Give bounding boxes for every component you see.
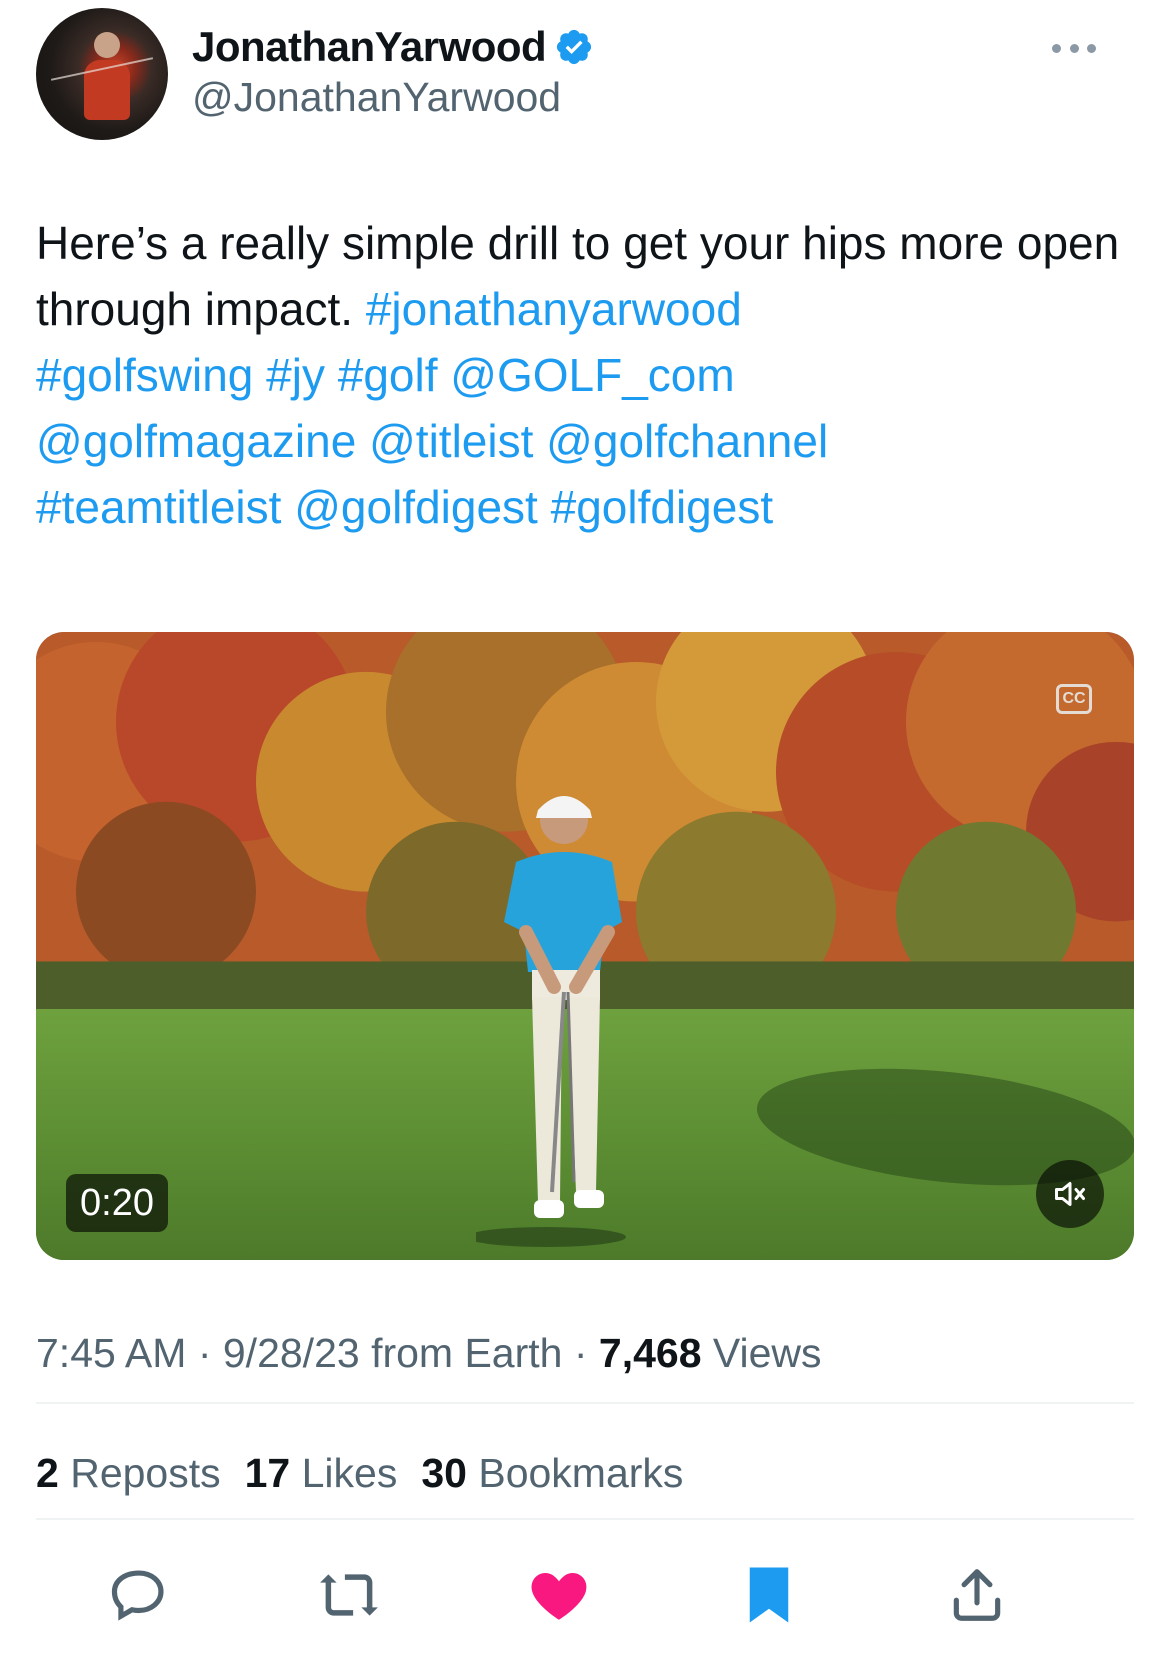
tweet-time[interactable]: 7:45 AM bbox=[36, 1330, 186, 1376]
likes-stat[interactable]: 17 Likes bbox=[245, 1450, 398, 1496]
video-player[interactable]: CC 0:20 bbox=[36, 632, 1134, 1260]
heart-icon[interactable] bbox=[514, 1550, 604, 1640]
share-icon[interactable] bbox=[932, 1550, 1022, 1640]
hashtag-link[interactable]: #jonathanyarwood bbox=[366, 283, 742, 335]
avatar[interactable] bbox=[36, 8, 168, 140]
reply-icon[interactable] bbox=[94, 1550, 184, 1640]
name-row: JonathanYarwood bbox=[192, 22, 594, 72]
tweet-text: Here’s a really simple drill to get your… bbox=[36, 210, 1136, 540]
golfer-figure bbox=[476, 796, 626, 1247]
bookmarks-stat[interactable]: 30 Bookmarks bbox=[421, 1450, 683, 1496]
muted-speaker-icon[interactable] bbox=[1036, 1160, 1104, 1228]
repost-icon[interactable] bbox=[304, 1550, 394, 1640]
handle[interactable]: @JonathanYarwood bbox=[192, 74, 561, 121]
bookmarks-label: Bookmarks bbox=[466, 1450, 684, 1496]
divider bbox=[36, 1518, 1134, 1520]
reposts-count: 2 bbox=[36, 1450, 59, 1496]
tweet-source: from Earth bbox=[359, 1330, 563, 1376]
closed-captions-icon[interactable]: CC bbox=[1056, 684, 1092, 714]
hashtag-link[interactable]: #teamtitleist bbox=[36, 481, 281, 533]
mention-link[interactable]: @titleist bbox=[369, 415, 533, 467]
mention-link[interactable]: @golfmagazine bbox=[36, 415, 356, 467]
more-options-icon[interactable] bbox=[1052, 38, 1096, 58]
views-label: Views bbox=[701, 1330, 822, 1376]
hashtag-link[interactable]: #golf bbox=[338, 349, 438, 401]
reposts-label: Reposts bbox=[58, 1450, 221, 1496]
action-bar bbox=[36, 1550, 1134, 1640]
video-duration: 0:20 bbox=[66, 1174, 168, 1232]
hashtag-link[interactable]: #golfswing bbox=[36, 349, 253, 401]
tweet-header: JonathanYarwood @JonathanYarwood bbox=[36, 8, 1136, 143]
divider bbox=[36, 1402, 1134, 1404]
reposts-stat[interactable]: 2 Reposts bbox=[36, 1450, 221, 1496]
display-name[interactable]: JonathanYarwood bbox=[192, 23, 547, 71]
bookmarks-count: 30 bbox=[421, 1450, 467, 1496]
mention-link[interactable]: @golfdigest bbox=[294, 481, 538, 533]
mention-link[interactable]: @golfchannel bbox=[546, 415, 828, 467]
separator: · bbox=[186, 1330, 223, 1376]
views-count: 7,468 bbox=[598, 1330, 702, 1376]
engagement-stats: 2 Reposts 17 Likes 30 Bookmarks bbox=[36, 1450, 683, 1497]
tweet-meta: 7:45 AM · 9/28/23 from Earth · 7,468 Vie… bbox=[36, 1330, 822, 1377]
bookmark-icon[interactable] bbox=[724, 1550, 814, 1640]
verified-badge-icon bbox=[557, 29, 592, 65]
hashtag-link[interactable]: #golfdigest bbox=[551, 481, 774, 533]
likes-label: Likes bbox=[290, 1450, 398, 1496]
separator: · bbox=[562, 1330, 599, 1376]
likes-count: 17 bbox=[244, 1450, 291, 1496]
tweet-date[interactable]: 9/28/23 bbox=[223, 1330, 360, 1376]
mention-link[interactable]: @GOLF_com bbox=[450, 349, 734, 401]
hashtag-link[interactable]: #jy bbox=[266, 349, 325, 401]
